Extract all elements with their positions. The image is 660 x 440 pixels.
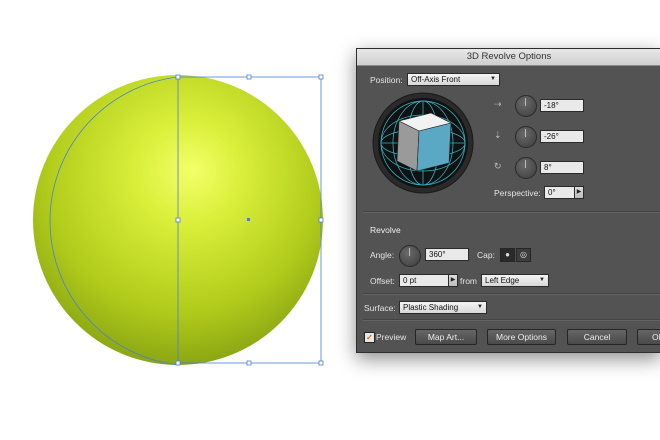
center-point bbox=[247, 218, 250, 221]
revolve-section-title: Revolve bbox=[370, 225, 401, 235]
dropdown-arrow-icon: ▼ bbox=[477, 304, 483, 310]
surface-value: Plastic Shading bbox=[403, 303, 459, 312]
divider bbox=[363, 319, 660, 321]
track-cube-preview[interactable] bbox=[371, 91, 475, 195]
surface-dropdown[interactable]: Plastic Shading ▼ bbox=[399, 301, 487, 314]
divider bbox=[363, 211, 660, 213]
ok-button[interactable]: OK bbox=[637, 329, 660, 345]
y-rotation-field[interactable]: -26° bbox=[540, 130, 584, 143]
cap-label: Cap: bbox=[477, 250, 495, 260]
dialog-title[interactable]: 3D Revolve Options bbox=[357, 49, 660, 66]
angle-label: Angle: bbox=[370, 250, 395, 260]
perspective-label: Perspective: bbox=[494, 188, 541, 198]
z-axis-rotate-icon: ↻ bbox=[494, 161, 502, 171]
x-rotation-dial[interactable] bbox=[515, 95, 537, 117]
from-value: Left Edge bbox=[485, 276, 520, 285]
y-rotation-dial[interactable] bbox=[515, 126, 537, 148]
angle-field[interactable]: 360° bbox=[425, 248, 469, 261]
more-options-button[interactable]: More Options bbox=[487, 329, 556, 345]
preview-label: Preview bbox=[376, 332, 407, 342]
map-art-button[interactable]: Map Art... bbox=[415, 329, 477, 345]
perspective-field[interactable]: 0° bbox=[544, 186, 575, 199]
x-rotation-field[interactable]: -18° bbox=[540, 99, 584, 112]
cap-on-icon[interactable]: ● bbox=[500, 248, 515, 262]
offset-field[interactable]: 0 pt bbox=[399, 274, 449, 287]
from-label: from bbox=[460, 276, 477, 286]
offset-arrow-icon[interactable]: ▶ bbox=[448, 274, 458, 287]
z-rotation-dial[interactable] bbox=[515, 157, 537, 179]
dropdown-arrow-icon: ▼ bbox=[539, 277, 545, 283]
cap-off-icon[interactable]: ◎ bbox=[516, 248, 531, 262]
x-axis-rotate-icon: ⇢ bbox=[494, 99, 502, 109]
from-dropdown[interactable]: Left Edge ▼ bbox=[481, 274, 549, 287]
y-axis-rotate-icon: ⇣ bbox=[494, 130, 502, 140]
divider bbox=[363, 293, 660, 295]
z-rotation-field[interactable]: 8° bbox=[540, 161, 584, 174]
position-label: Position: bbox=[370, 75, 403, 85]
preview-checkbox[interactable]: ✓ bbox=[364, 332, 375, 343]
revolve-options-dialog: 3D Revolve Options Position: Off-Axis Fr… bbox=[356, 48, 660, 353]
perspective-arrow-icon[interactable]: ▶ bbox=[574, 186, 584, 199]
surface-label: Surface: bbox=[364, 303, 396, 313]
dropdown-arrow-icon: ▼ bbox=[490, 76, 496, 82]
offset-label: Offset: bbox=[370, 276, 395, 286]
angle-dial[interactable] bbox=[399, 245, 421, 267]
cancel-button[interactable]: Cancel bbox=[567, 329, 627, 345]
position-dropdown[interactable]: Off-Axis Front ▼ bbox=[407, 73, 500, 86]
position-value: Off-Axis Front bbox=[411, 75, 461, 84]
